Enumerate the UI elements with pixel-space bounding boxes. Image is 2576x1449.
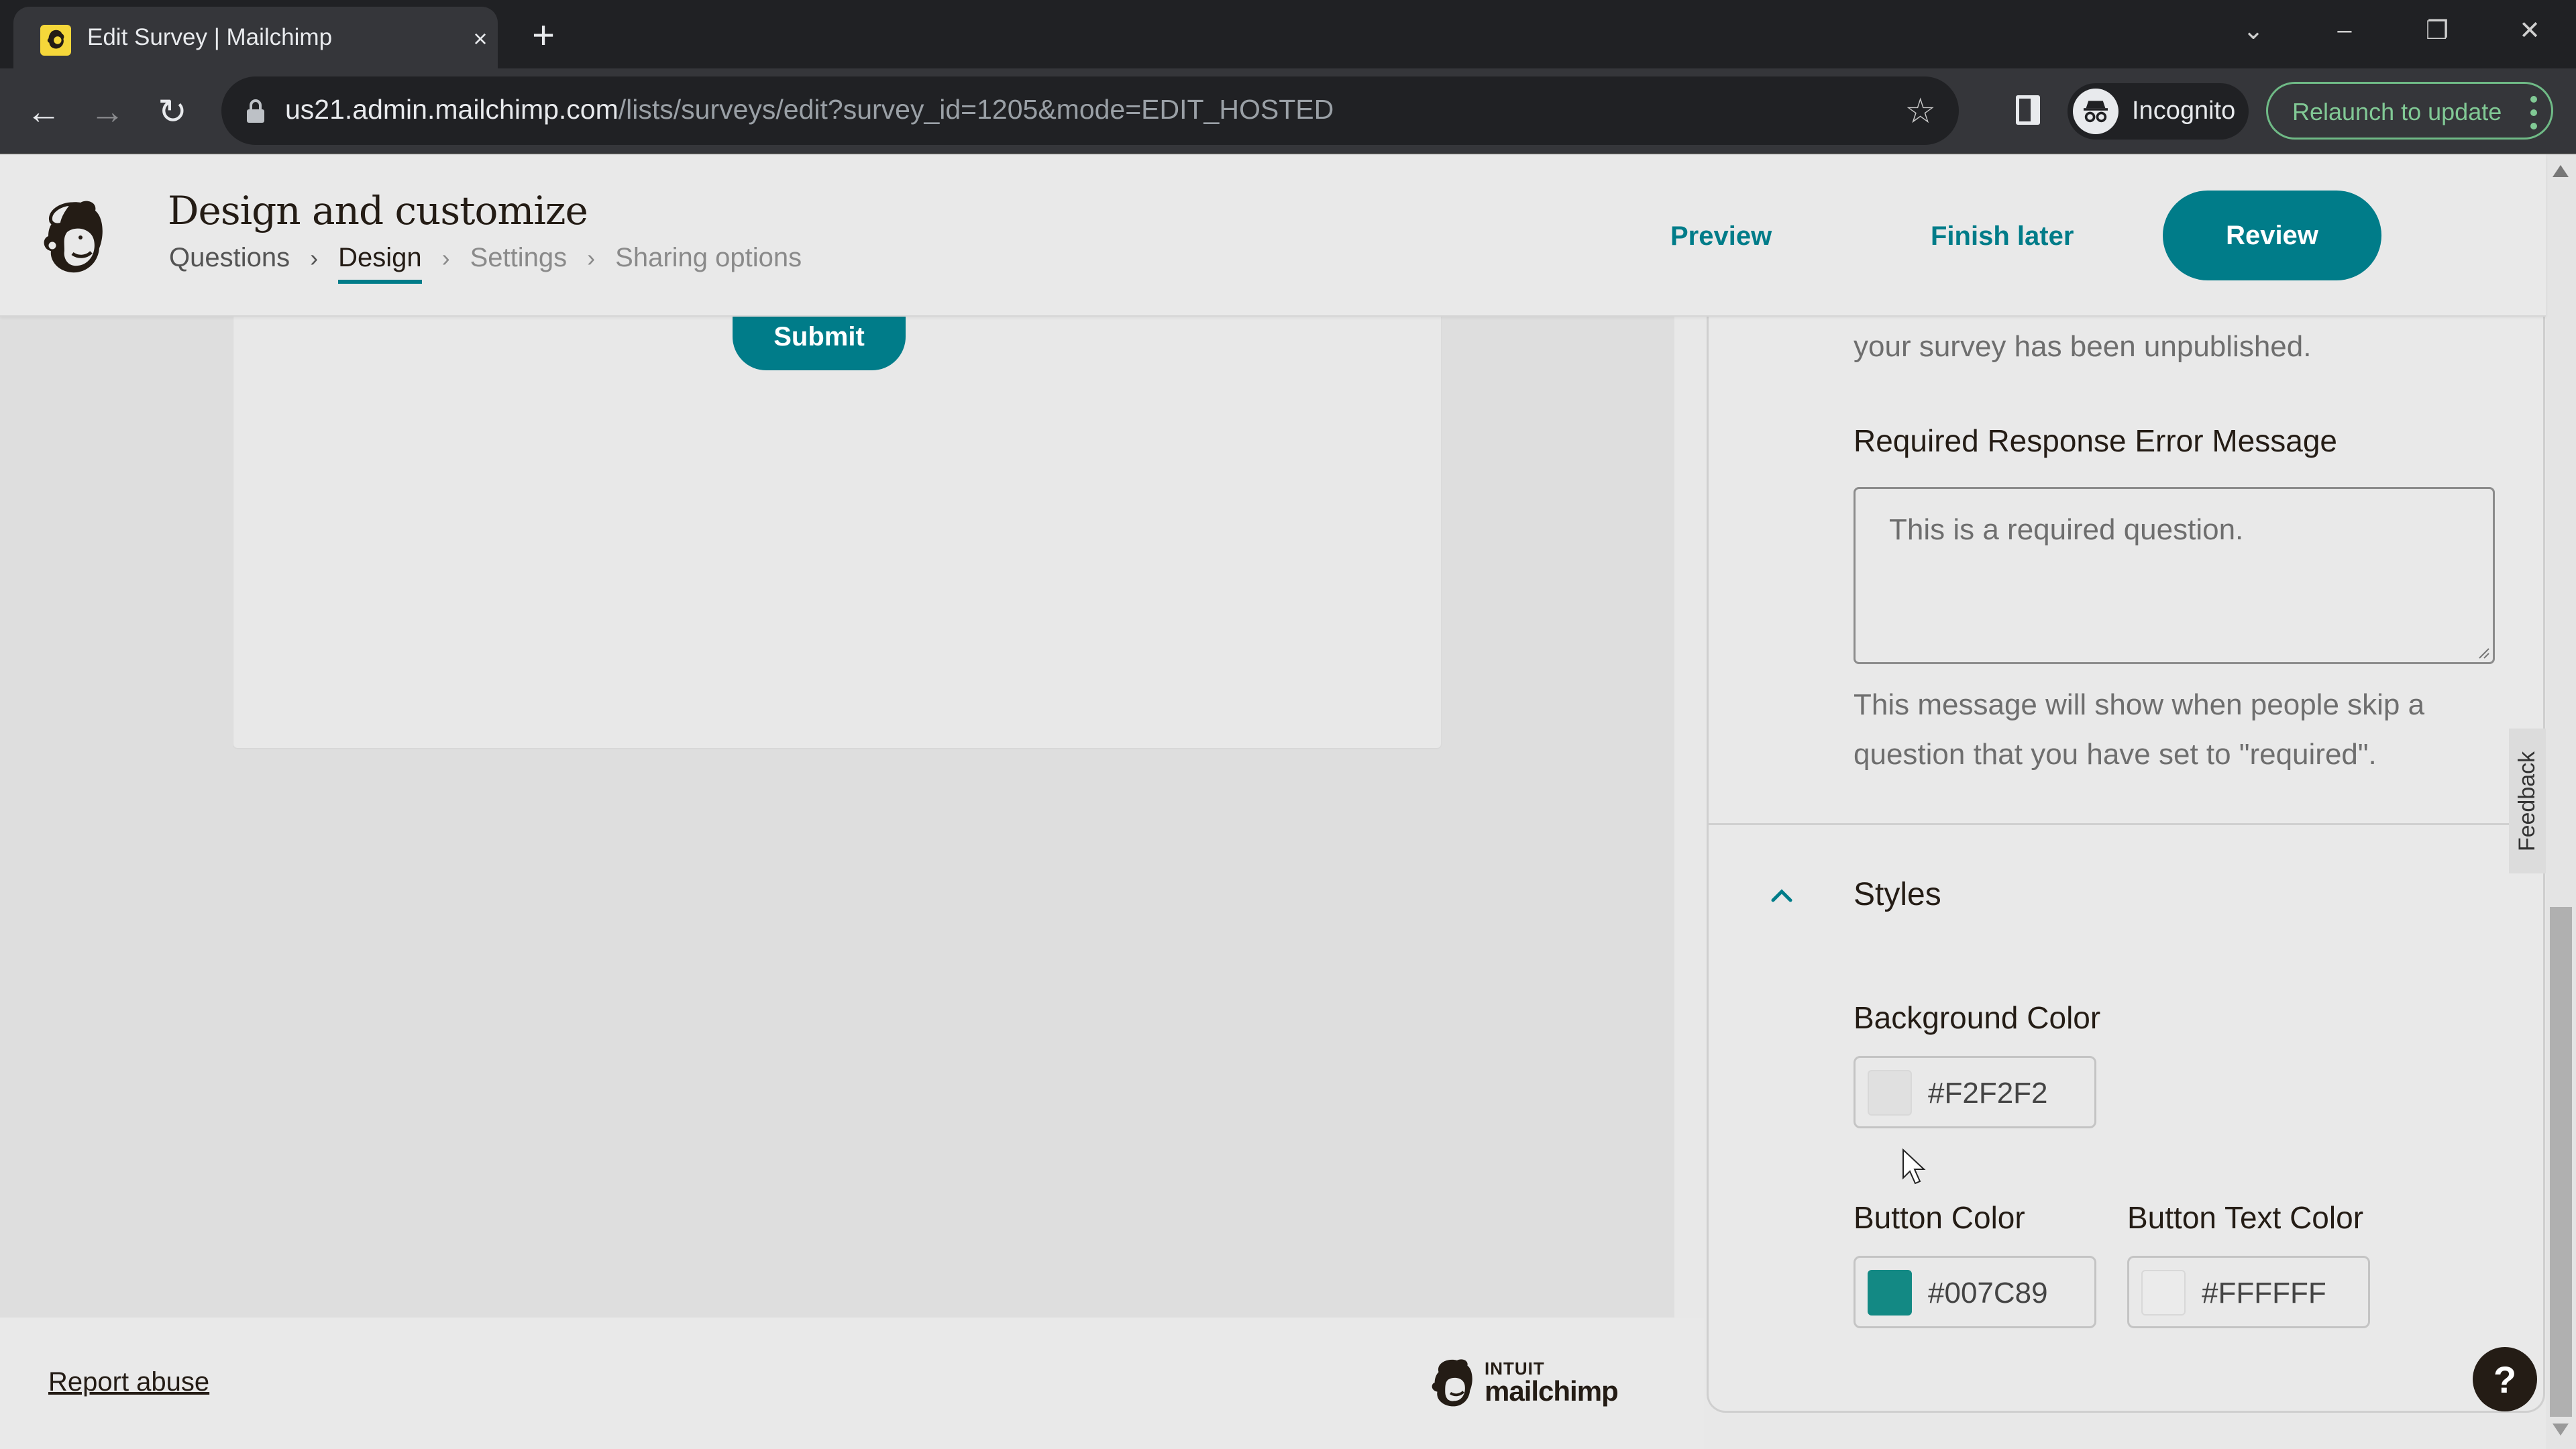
address-bar[interactable]: us21.admin.mailchimp.com/lists/surveys/e…	[221, 76, 1959, 145]
button-text-color-value: #FFFFFF	[2202, 1277, 2326, 1309]
breadcrumb-sharing-options[interactable]: Sharing options	[615, 243, 802, 273]
survey-preview: Submit	[0, 317, 1674, 1318]
breadcrumb: Questions › Design › Settings › Sharing …	[169, 243, 802, 284]
button-text-color-field[interactable]: #FFFFFF	[2127, 1256, 2370, 1328]
new-tab-button[interactable]: +	[523, 13, 564, 57]
intuit-mailchimp-logo: INTUIT mailchimp	[1426, 1355, 1619, 1410]
bookmark-star-icon[interactable]: ☆	[1904, 91, 1936, 131]
scroll-down-arrow-icon[interactable]	[2553, 1424, 2569, 1436]
breadcrumb-questions[interactable]: Questions	[169, 243, 290, 273]
required-error-help-text: This message will show when people skip …	[1854, 688, 2425, 771]
mailchimp-favicon-icon	[40, 25, 71, 56]
incognito-profile-button[interactable]: Incognito	[2068, 83, 2249, 140]
feedback-label: Feedback	[2514, 751, 2540, 851]
relaunch-label: Relaunch to update	[2292, 98, 2502, 125]
button-text-color-swatch[interactable]	[2141, 1270, 2186, 1316]
lock-icon	[247, 99, 264, 123]
review-button[interactable]: Review	[2163, 191, 2381, 280]
app-header: Design and customize Questions › Design …	[0, 154, 2546, 317]
incognito-icon	[2073, 89, 2118, 134]
button-color-value: #007C89	[1928, 1277, 2048, 1309]
button-color-swatch[interactable]	[1868, 1270, 1912, 1316]
resize-grip-icon[interactable]	[2475, 645, 2490, 659]
preview-footer: Report abuse INTUIT mailchimp	[0, 1318, 1704, 1449]
forward-button[interactable]: →	[84, 89, 131, 136]
survey-preview-card: Submit	[233, 317, 1441, 748]
button-color-label: Button Color	[1854, 1200, 2025, 1235]
page-scrollbar[interactable]	[2546, 154, 2576, 1449]
reload-button[interactable]: ↻	[149, 89, 196, 136]
breadcrumb-design[interactable]: Design	[338, 243, 422, 284]
incognito-label: Incognito	[2132, 97, 2236, 125]
feedback-tab[interactable]: Feedback	[2509, 729, 2546, 873]
breadcrumb-settings[interactable]: Settings	[470, 243, 568, 273]
scrollbar-thumb[interactable]	[2550, 907, 2572, 1417]
scroll-up-arrow-icon[interactable]	[2553, 165, 2569, 177]
required-error-message-textarea[interactable]: This is a required question.	[1854, 487, 2495, 664]
submit-button[interactable]: Submit	[733, 317, 906, 370]
background-color-swatch[interactable]	[1868, 1070, 1912, 1116]
page-title: Design and customize	[168, 188, 588, 233]
button-text-color-label: Button Text Color	[2127, 1200, 2364, 1235]
browser-tab-bar: Edit Survey | Mailchimp × + ⌄ – ❐ ✕	[0, 0, 2576, 68]
relaunch-to-update-button[interactable]: Relaunch to update	[2266, 82, 2553, 140]
url-path: /lists/surveys/edit?survey_id=1205&mode=…	[618, 94, 1334, 125]
background-color-value: #F2F2F2	[1928, 1077, 2048, 1110]
breadcrumb-separator-icon: ›	[310, 244, 319, 272]
required-error-placeholder: This is a required question.	[1889, 513, 2244, 546]
url-host: us21.admin.mailchimp.com	[285, 94, 619, 125]
side-panel-icon[interactable]	[2016, 95, 2040, 125]
breadcrumb-separator-icon: ›	[587, 244, 596, 272]
chevron-up-icon[interactable]	[1766, 880, 1797, 911]
browser-toolbar: ← → ↻ us21.admin.mailchimp.com/lists/sur…	[0, 68, 2576, 154]
url-text: us21.admin.mailchimp.com/lists/surveys/e…	[285, 94, 1334, 125]
minimize-button[interactable]: –	[2308, 7, 2381, 54]
browser-tab[interactable]: Edit Survey | Mailchimp ×	[13, 7, 498, 68]
button-color-field[interactable]: #007C89	[1854, 1256, 2096, 1328]
unpublished-message-tail: your survey has been unpublished.	[1854, 330, 2312, 363]
finish-later-button[interactable]: Finish later	[1931, 221, 2074, 252]
mailchimp-wordmark: mailchimp	[1485, 1375, 1619, 1407]
tab-title: Edit Survey | Mailchimp	[87, 24, 333, 50]
background-color-field[interactable]: #F2F2F2	[1854, 1056, 2096, 1128]
styles-section-title[interactable]: Styles	[1854, 876, 1941, 913]
restore-button[interactable]: ❐	[2400, 7, 2474, 54]
back-button[interactable]: ←	[20, 89, 67, 136]
report-abuse-link[interactable]: Report abuse	[48, 1367, 209, 1397]
section-divider	[1709, 823, 2543, 825]
preview-button[interactable]: Preview	[1670, 221, 1772, 252]
required-error-label: Required Response Error Message	[1854, 423, 2338, 458]
tab-search-icon[interactable]: ⌄	[2216, 7, 2290, 54]
background-color-label: Background Color	[1854, 1000, 2101, 1035]
close-tab-icon[interactable]: ×	[462, 20, 499, 58]
help-button[interactable]: ?	[2473, 1347, 2537, 1411]
more-menu-icon[interactable]	[2530, 96, 2538, 129]
design-settings-panel: your survey has been unpublished. Requir…	[1707, 317, 2545, 1413]
close-window-button[interactable]: ✕	[2493, 7, 2567, 54]
breadcrumb-separator-icon: ›	[441, 244, 450, 272]
mailchimp-logo-icon	[1432, 1359, 1472, 1407]
mailchimp-logo-icon[interactable]	[34, 195, 114, 278]
mouse-cursor-icon	[1902, 1148, 1926, 1185]
